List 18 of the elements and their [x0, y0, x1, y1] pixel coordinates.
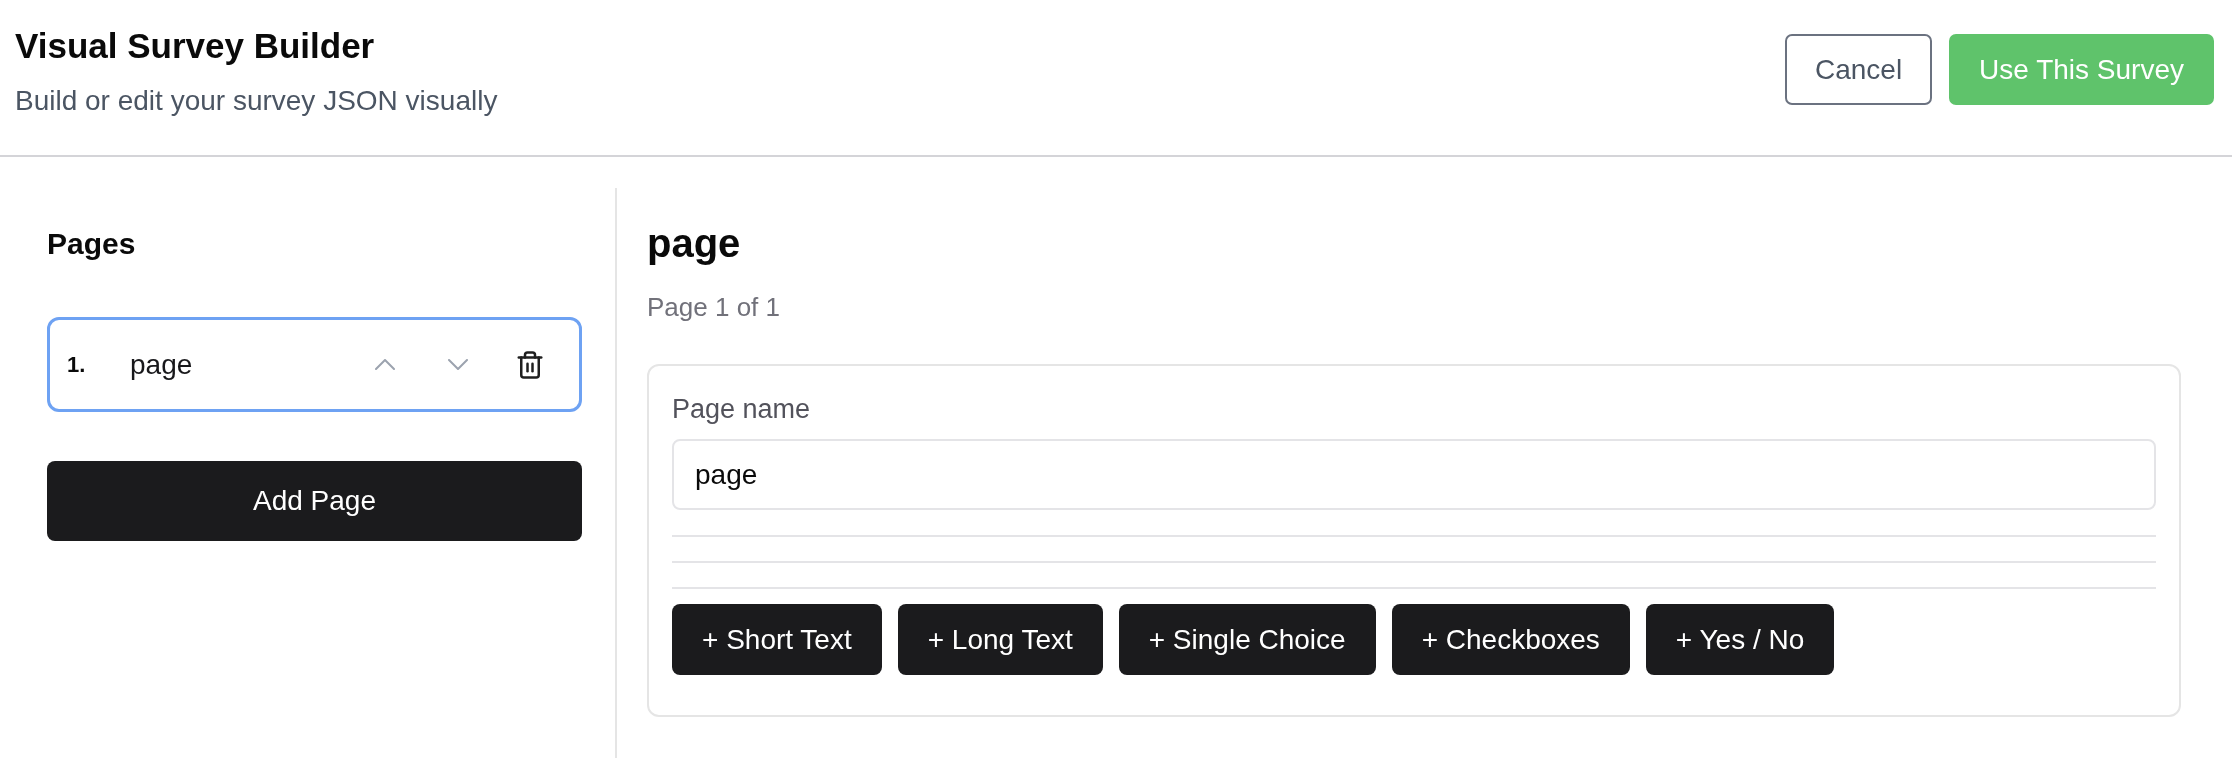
- page-list-item[interactable]: 1. page: [47, 317, 582, 412]
- add-question-button[interactable]: + Long Text: [897, 604, 1103, 675]
- add-question-button[interactable]: + Checkboxes: [1391, 604, 1630, 675]
- page-title: page: [647, 220, 742, 267]
- page-name-input[interactable]: page: [672, 439, 2156, 510]
- app-title: Visual Survey Builder: [15, 25, 376, 67]
- trash-icon: [515, 349, 545, 380]
- cancel-button[interactable]: Cancel: [1784, 34, 1933, 105]
- page-name: page: [130, 347, 194, 382]
- app-subtitle: Build or edit your survey JSON visually: [15, 84, 498, 118]
- add-page-button[interactable]: Add Page: [47, 461, 582, 541]
- page-number: 1.: [67, 350, 87, 379]
- add-question-button[interactable]: + Single Choice: [1118, 604, 1376, 675]
- page-name-label: Page name: [672, 393, 812, 425]
- pages-heading: Pages: [47, 226, 137, 262]
- page-position: Page 1 of 1: [647, 291, 781, 323]
- add-question-button[interactable]: + Short Text: [672, 604, 882, 675]
- add-question-button[interactable]: + Yes / No: [1645, 604, 1835, 675]
